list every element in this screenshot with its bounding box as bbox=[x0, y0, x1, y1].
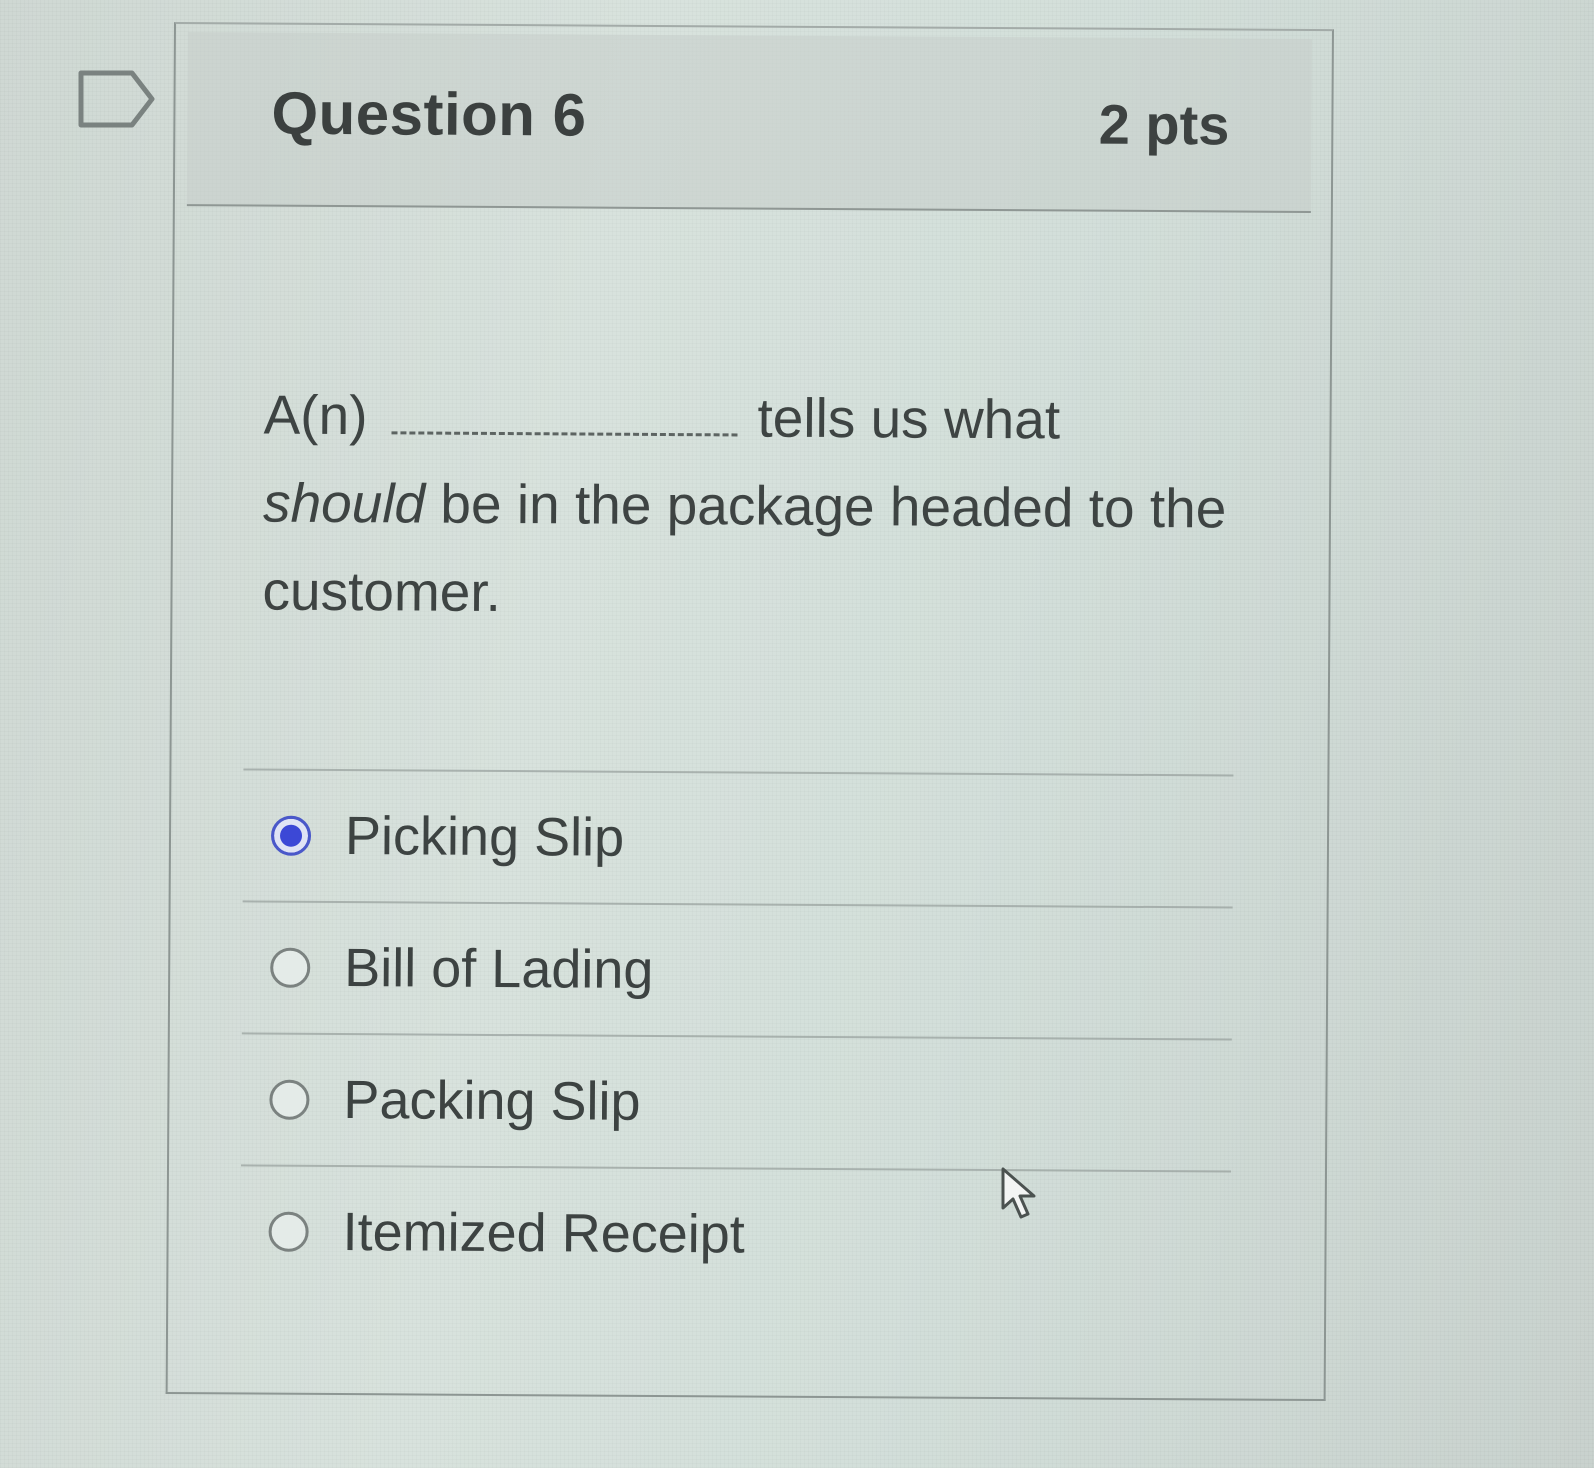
fill-in-blank bbox=[391, 401, 738, 437]
question-card: Question 6 2 pts A(n) tells us what shoul… bbox=[165, 22, 1334, 1402]
answer-label[interactable]: Itemized Receipt bbox=[342, 1201, 745, 1265]
question-header: Question 6 2 pts bbox=[186, 32, 1312, 213]
radio-selected-icon[interactable] bbox=[270, 815, 312, 856]
flag-question-icon[interactable] bbox=[78, 70, 156, 128]
answer-option-picking-slip[interactable]: Picking Slip bbox=[242, 768, 1234, 907]
mouse-pointer-icon bbox=[1001, 1167, 1036, 1219]
radio-unselected-icon[interactable] bbox=[269, 1079, 310, 1120]
question-points: 2 pts bbox=[1098, 92, 1230, 157]
radio-unselected-icon[interactable] bbox=[268, 1211, 309, 1252]
answer-option-bill-of-lading[interactable]: Bill of Lading bbox=[241, 900, 1233, 1039]
answer-label[interactable]: Packing Slip bbox=[343, 1069, 641, 1133]
question-italic-word: should bbox=[262, 471, 426, 535]
question-title: Question 6 bbox=[271, 79, 587, 149]
answer-label[interactable]: Bill of Lading bbox=[344, 937, 654, 1001]
question-text: A(n) tells us what should be in the packa… bbox=[262, 371, 1264, 641]
radio-unselected-icon[interactable] bbox=[270, 947, 311, 988]
answer-option-itemized-receipt[interactable]: Itemized Receipt bbox=[240, 1164, 1232, 1303]
answer-option-packing-slip[interactable]: Packing Slip bbox=[241, 1032, 1232, 1171]
question-prefix: A(n) bbox=[263, 383, 368, 447]
answer-list: Picking Slip Bill of Lading Packing Slip… bbox=[240, 768, 1234, 1303]
question-after-blank: tells us what bbox=[757, 386, 1061, 451]
answer-label[interactable]: Picking Slip bbox=[345, 805, 624, 869]
